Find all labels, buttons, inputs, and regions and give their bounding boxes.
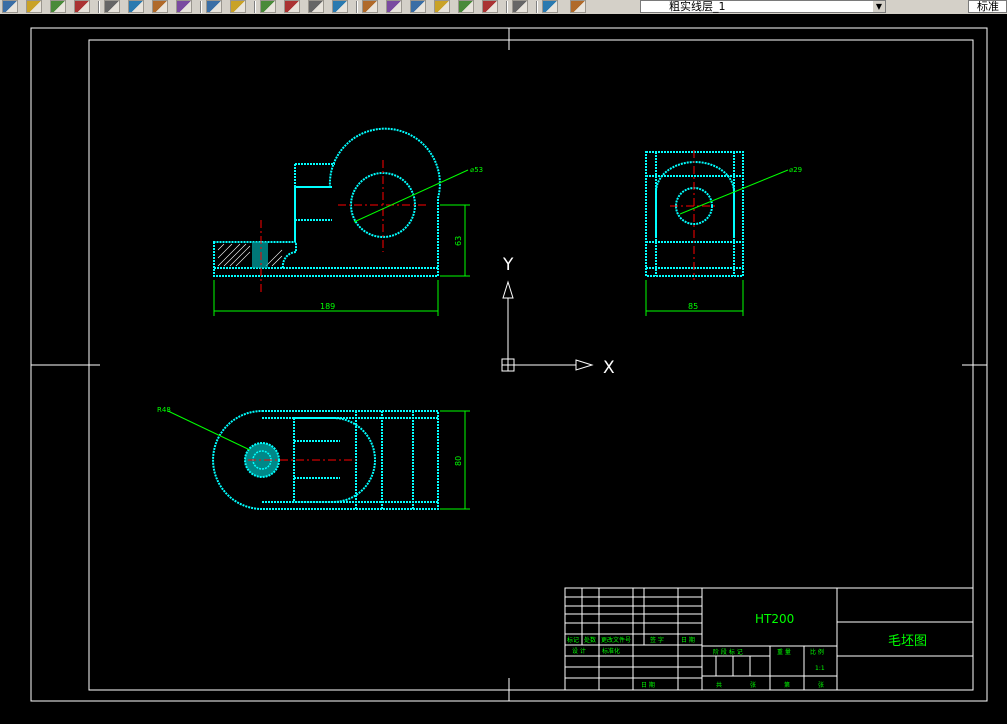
front-thread [252, 242, 268, 268]
side-width-label: 85 [688, 302, 698, 311]
svg-text:第: 第 [784, 681, 790, 689]
zoom-realtime-icon[interactable] [284, 0, 300, 13]
calculator-icon[interactable] [482, 0, 498, 13]
svg-text:共: 共 [716, 681, 722, 689]
tool-palettes-icon[interactable] [410, 0, 426, 13]
material-label: HT200 [755, 612, 794, 626]
standard-toolbar: 粗实线层_1 ▼ 标准 [0, 0, 1007, 15]
chevron-down-icon[interactable]: ▼ [873, 1, 885, 12]
svg-text:更改文件号: 更改文件号 [601, 636, 631, 644]
svg-text:张: 张 [818, 681, 824, 689]
svg-text:张: 张 [750, 681, 756, 689]
svg-text:1:1: 1:1 [815, 665, 825, 672]
svg-text:日 期: 日 期 [681, 636, 695, 644]
svg-text:标准化: 标准化 [602, 647, 620, 655]
top-width-label: 80 [454, 456, 463, 466]
front-height-label: 63 [454, 236, 463, 246]
zoom-window-icon[interactable] [308, 0, 324, 13]
drawing-name-label: 毛坯图 [888, 634, 927, 649]
side-diameter-label: ⌀29 [789, 166, 802, 174]
style-dropdown[interactable]: 标准 [968, 0, 1007, 13]
help-icon[interactable] [512, 0, 528, 13]
copy-icon[interactable] [128, 0, 144, 13]
layer-manager-icon[interactable] [542, 0, 558, 13]
markup-icon[interactable] [458, 0, 474, 13]
drawing-area[interactable]: ⌀53 189 63 ⌀29 85 R48 80 Y X 标记 处数 更改文件号… [0, 14, 1007, 724]
properties-icon[interactable] [362, 0, 378, 13]
svg-text:设 计: 设 计 [572, 647, 586, 655]
svg-text:阶 段 标 记: 阶 段 标 记 [713, 648, 743, 656]
undo-icon[interactable] [206, 0, 222, 13]
pan-icon[interactable] [260, 0, 276, 13]
svg-text:签 字: 签 字 [650, 636, 664, 644]
layer-name: 粗实线层_1 [669, 0, 726, 13]
new-icon[interactable] [2, 0, 18, 13]
svg-text:比 例: 比 例 [810, 648, 824, 656]
svg-text:处数: 处数 [584, 636, 596, 644]
match-properties-icon[interactable] [176, 0, 192, 13]
front-diameter-label: ⌀53 [470, 166, 483, 174]
open-icon[interactable] [26, 0, 42, 13]
layer-state-icon[interactable] [570, 0, 586, 13]
paste-icon[interactable] [152, 0, 168, 13]
zoom-previous-icon[interactable] [332, 0, 348, 13]
model-space[interactable] [0, 14, 1007, 724]
print-icon[interactable] [74, 0, 90, 13]
svg-text:标记: 标记 [567, 636, 579, 644]
svg-text:日 期: 日 期 [641, 681, 655, 689]
svg-text:重 量: 重 量 [777, 648, 791, 656]
save-icon[interactable] [50, 0, 66, 13]
sheet-set-icon[interactable] [434, 0, 450, 13]
ucs-x-label: X [603, 358, 615, 378]
redo-icon[interactable] [230, 0, 246, 13]
top-radius-label: R48 [157, 406, 171, 414]
layer-dropdown[interactable]: 粗实线层_1 ▼ [640, 0, 886, 13]
ucs-y-label: Y [502, 255, 514, 275]
style-name: 标准 [977, 0, 999, 13]
design-center-icon[interactable] [386, 0, 402, 13]
front-length-label: 189 [320, 302, 335, 311]
cut-icon[interactable] [104, 0, 120, 13]
